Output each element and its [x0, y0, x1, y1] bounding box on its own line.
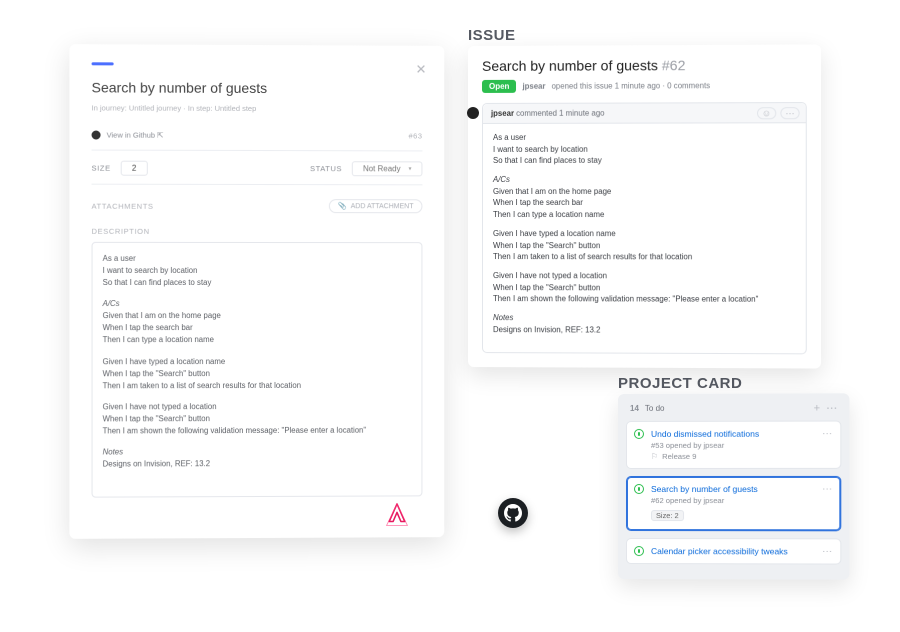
- comment-header: jpsear commented 1 minute ago ☺ ⋯: [483, 103, 806, 124]
- column-header: 14 To do + ⋯: [626, 401, 841, 421]
- size-label: SIZE: [92, 164, 111, 173]
- comment-box: jpsear commented 1 minute ago ☺ ⋯ As a u…: [482, 102, 807, 355]
- size-input[interactable]: 2: [121, 161, 148, 176]
- close-icon[interactable]: ✕: [416, 62, 427, 78]
- issue-title: Search by number of guests #62: [482, 57, 807, 74]
- description-label: DESCRIPTION: [92, 227, 423, 236]
- section-heading-project: PROJECT CARD: [618, 375, 742, 392]
- github-link[interactable]: View in Github ⇱: [107, 131, 164, 140]
- column-count: 14: [630, 404, 639, 413]
- comment-para: Given I have typed a location nameWhen I…: [493, 228, 796, 264]
- issue-meta: Open jpsear opened this issue 1 minute a…: [482, 79, 807, 93]
- card-title[interactable]: Search by number of guests: [651, 484, 832, 494]
- attachments-label: ATTACHMENTS: [92, 201, 154, 210]
- github-logo: [498, 498, 528, 528]
- desc-para: Given I have typed a location nameWhen I…: [103, 355, 412, 392]
- breadcrumb-journey[interactable]: In journey: Untitled journey: [92, 103, 182, 112]
- comment-para: As a userI want to search by locationSo …: [493, 131, 796, 167]
- card-milestone: ⚐Release 9: [651, 452, 832, 461]
- status-select[interactable]: Not Ready▾: [352, 161, 422, 176]
- comment-para: Designs on Invision, REF: 13.2: [493, 325, 600, 334]
- card-title[interactable]: Calendar picker accessibility tweaks: [651, 546, 832, 556]
- github-icon: [92, 131, 101, 140]
- description-field[interactable]: As a userI want to search by locationSo …: [92, 242, 423, 498]
- accent-bar: [92, 62, 114, 65]
- comment-para: Given I have not typed a locationWhen I …: [493, 270, 796, 306]
- project-card-item[interactable]: ⋯Calendar picker accessibility tweaks: [626, 538, 841, 565]
- issue-open-icon: [634, 484, 644, 494]
- comment-para: Given that I am on the home pageWhen I t…: [493, 187, 611, 219]
- breadcrumb-step[interactable]: In step: Untitled step: [188, 104, 256, 113]
- story-modal: ✕ Search by number of guests In journey:…: [69, 44, 444, 539]
- card-title[interactable]: Undo dismissed notifications: [651, 429, 832, 439]
- kebab-icon[interactable]: ⋯: [780, 107, 799, 119]
- issue-open-icon: [634, 429, 644, 439]
- comment-time: commented 1 minute ago: [516, 109, 604, 118]
- divider: [92, 184, 423, 186]
- card-menu-icon[interactable]: ⋯: [822, 484, 833, 495]
- project-column: 14 To do + ⋯ ⋯Undo dismissed notificatio…: [618, 393, 849, 579]
- add-attachment-button[interactable]: 📎 ADD ATTACHMENT: [329, 199, 422, 213]
- add-card-icon[interactable]: +: [814, 402, 821, 414]
- project-card-item[interactable]: ⋯Search by number of guests #62 opened by…: [626, 476, 841, 531]
- issue-meta-text: opened this issue 1 minute ago · 0 comme…: [552, 81, 711, 91]
- meta-row: SIZE 2 STATUS Not Ready▾: [92, 161, 423, 177]
- card-menu-icon[interactable]: ⋯: [822, 546, 833, 557]
- status-badge-open: Open: [482, 80, 516, 93]
- breadcrumb-sep: ·: [181, 104, 188, 113]
- chevron-down-icon: ▾: [409, 165, 412, 172]
- desc-para: Given I have not typed a locationWhen I …: [103, 400, 412, 437]
- size-tag: Size: 2: [651, 510, 684, 521]
- column-title: To do: [645, 404, 665, 413]
- desc-heading: A/Cs: [103, 299, 120, 308]
- desc-para: Given that I am on the home pageWhen I t…: [103, 311, 221, 344]
- divider: [92, 150, 423, 152]
- github-row: View in Github ⇱ #63: [92, 131, 423, 141]
- section-heading-issue: ISSUE: [468, 27, 516, 44]
- breadcrumb: In journey: Untitled journey · In step: …: [92, 103, 423, 113]
- story-title: Search by number of guests: [92, 79, 423, 96]
- issue-author[interactable]: jpsear: [522, 82, 545, 91]
- comment-author[interactable]: jpsear: [491, 109, 514, 118]
- desc-heading: Notes: [103, 447, 123, 456]
- react-icon[interactable]: ☺: [757, 107, 776, 119]
- issue-open-icon: [634, 546, 644, 556]
- github-issue-card: Search by number of guests #62 Open jpse…: [468, 44, 821, 368]
- appkit-logo: [384, 502, 410, 528]
- issue-number: #62: [662, 57, 686, 73]
- issue-ref: #63: [409, 131, 423, 140]
- desc-para: As a userI want to search by locationSo …: [103, 253, 412, 289]
- comment-body: As a userI want to search by locationSo …: [483, 123, 806, 353]
- status-label: STATUS: [310, 164, 342, 173]
- comment-heading: Notes: [493, 313, 513, 322]
- project-card-item[interactable]: ⋯Undo dismissed notifications #53 opened …: [626, 421, 841, 469]
- paperclip-icon: 📎: [338, 202, 347, 210]
- card-subtitle: #53 opened by jpsear: [651, 441, 832, 450]
- comment-heading: A/Cs: [493, 175, 510, 184]
- column-menu-icon[interactable]: ⋯: [826, 401, 837, 414]
- card-subtitle: #62 opened by jpsear: [651, 496, 832, 505]
- desc-para: Designs on Invision, REF: 13.2: [103, 459, 210, 468]
- milestone-icon: ⚐: [651, 452, 658, 461]
- card-menu-icon[interactable]: ⋯: [822, 429, 833, 440]
